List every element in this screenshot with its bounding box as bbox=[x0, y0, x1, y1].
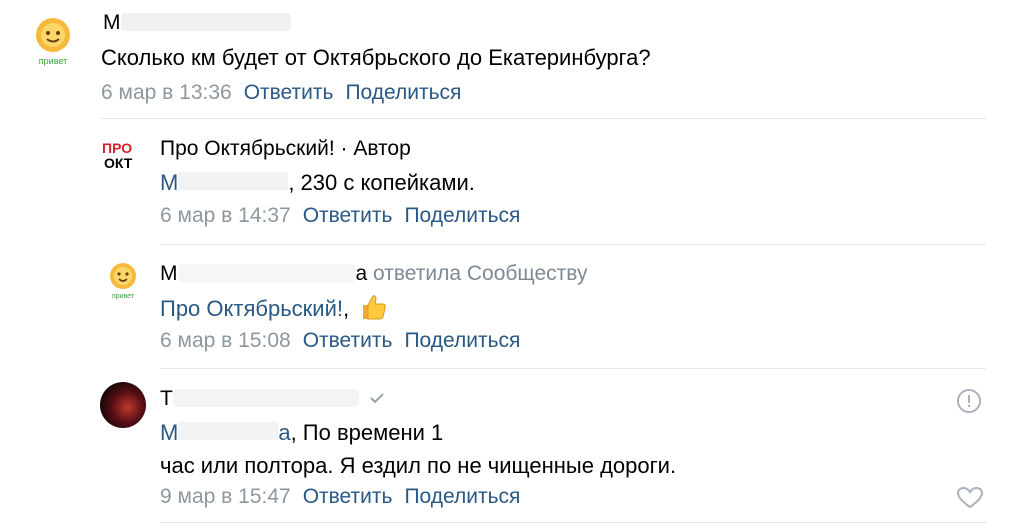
share-button[interactable]: Поделиться bbox=[404, 329, 520, 352]
community-logo-icon: ПРО ОКТ bbox=[102, 140, 133, 171]
sun-avatar-icon: привет bbox=[36, 18, 70, 66]
comment-meta: 6 мар в 15:08 Ответить Поделиться bbox=[160, 328, 520, 354]
comment-time[interactable]: 6 мар в 15:08 bbox=[160, 329, 291, 352]
comment-meta: 6 мар в 14:37 Ответить Поделиться bbox=[160, 203, 520, 229]
svg-text:ОКТ: ОКТ bbox=[104, 155, 133, 171]
reply-button[interactable]: Ответить bbox=[303, 329, 393, 352]
divider bbox=[160, 368, 986, 369]
divider bbox=[101, 118, 986, 119]
share-button[interactable]: Поделиться bbox=[404, 204, 520, 227]
avatar[interactable] bbox=[100, 382, 146, 428]
comment-time[interactable]: 9 мар в 15:47 bbox=[160, 485, 291, 508]
comment-author[interactable]: Т bbox=[160, 386, 385, 412]
comment-author[interactable]: М bbox=[103, 10, 291, 36]
comment-time[interactable]: 6 мар в 13:36 bbox=[101, 81, 232, 104]
comment-text: М, 230 с копейками. bbox=[160, 170, 475, 195]
avatar[interactable]: ПРО ОКТ bbox=[100, 136, 146, 182]
avatar[interactable]: привет bbox=[22, 8, 84, 70]
svg-text:привет: привет bbox=[39, 56, 67, 66]
share-button[interactable]: Поделиться bbox=[404, 485, 520, 508]
reply-button[interactable]: Ответить bbox=[303, 485, 393, 508]
comment-text: Ма, По времени 1 bbox=[160, 420, 444, 445]
thumbs-up-emoji bbox=[363, 295, 386, 320]
comment-text-continued: час или полтора. Я ездил по не чищенные … bbox=[160, 453, 677, 478]
verified-check-icon bbox=[369, 393, 384, 404]
mention-link[interactable]: Ма bbox=[160, 420, 291, 445]
avatar[interactable]: привет bbox=[100, 256, 146, 302]
reply-button[interactable]: Ответить bbox=[244, 81, 334, 104]
comment-text: Про Октябрьский!, bbox=[160, 292, 389, 325]
comment-meta: 6 мар в 13:36 Ответить Поделиться bbox=[101, 80, 461, 106]
svg-text:ПРО: ПРО bbox=[102, 140, 132, 156]
like-heart-icon[interactable] bbox=[956, 486, 984, 515]
comment-text: Сколько км будет от Октябрьского до Екат… bbox=[101, 45, 651, 70]
report-icon[interactable] bbox=[956, 388, 982, 419]
comment-meta: 9 мар в 15:47 Ответить Поделиться bbox=[160, 484, 520, 510]
divider bbox=[160, 244, 986, 245]
mention-link[interactable]: Про Октябрьский! bbox=[160, 296, 343, 321]
mention-link[interactable]: М bbox=[160, 170, 289, 195]
comment-time[interactable]: 6 мар в 14:37 bbox=[160, 204, 291, 227]
svg-text:привет: привет bbox=[112, 293, 135, 300]
share-button[interactable]: Поделиться bbox=[345, 81, 461, 104]
divider bbox=[160, 522, 986, 523]
sun-avatar-icon: привет bbox=[110, 263, 136, 300]
reply-button[interactable]: Ответить bbox=[303, 204, 393, 227]
comment-author[interactable]: Про Октябрьский! · Автор bbox=[160, 136, 411, 162]
comment-author[interactable]: Ма ответила Сообществу bbox=[160, 261, 587, 287]
